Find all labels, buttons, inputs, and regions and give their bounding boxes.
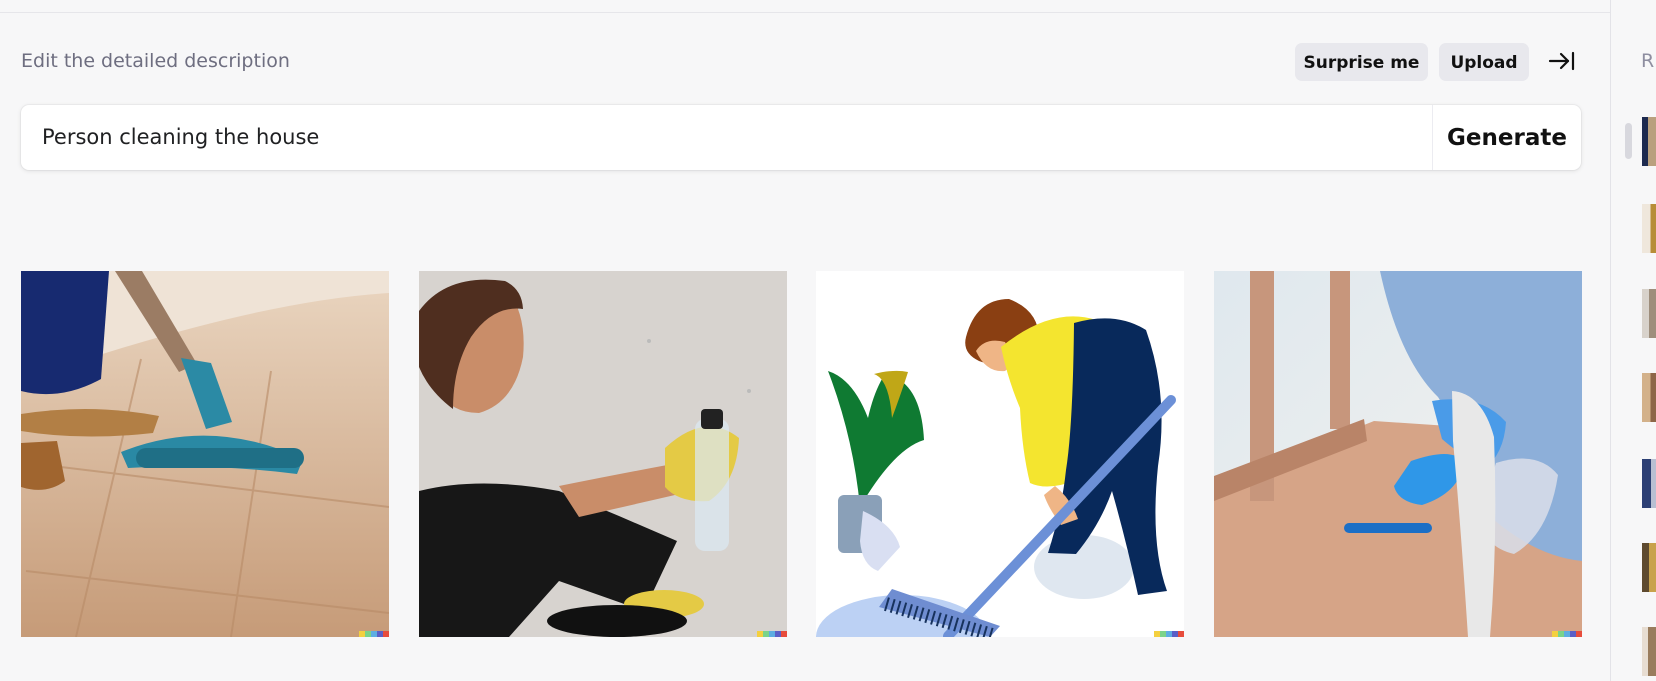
- dalle-watermark: [757, 631, 787, 637]
- prompt-input[interactable]: Person cleaning the house: [42, 123, 1422, 151]
- panel-title-truncated: R: [1641, 50, 1655, 72]
- editor-header: Edit the detailed description Surprise m…: [21, 42, 1581, 82]
- recent-thumbnail[interactable]: [1642, 373, 1656, 422]
- recent-thumbnail[interactable]: [1642, 117, 1656, 166]
- recent-generations-panel: R: [1610, 0, 1656, 681]
- upload-button[interactable]: Upload: [1439, 43, 1529, 81]
- dalle-editor-page: Edit the detailed description Surprise m…: [0, 0, 1656, 681]
- gloved-wiping-table-image: [1214, 271, 1582, 637]
- dalle-watermark: [1552, 631, 1582, 637]
- prompt-field[interactable]: Person cleaning the house Generate: [21, 105, 1581, 170]
- woman-cleaning-wall-image: [419, 271, 787, 637]
- recent-thumbnail[interactable]: [1642, 543, 1656, 592]
- dalle-watermark: [1154, 631, 1184, 637]
- surprise-me-button[interactable]: Surprise me: [1295, 43, 1428, 81]
- arrow-right-to-bar-icon: [1548, 51, 1575, 71]
- generate-button-container: Generate: [1432, 105, 1581, 170]
- generate-button[interactable]: Generate: [1433, 105, 1581, 170]
- page-heading: Edit the detailed description: [21, 50, 290, 72]
- collapse-panel-button[interactable]: [1545, 49, 1579, 73]
- result-image-3[interactable]: [816, 271, 1184, 637]
- result-image-1[interactable]: [21, 271, 389, 637]
- recent-thumbnail[interactable]: [1642, 204, 1656, 253]
- recent-thumbnail[interactable]: [1642, 627, 1656, 676]
- floor-mop-image: [21, 271, 389, 637]
- result-image-4[interactable]: [1214, 271, 1582, 637]
- dalle-watermark: [359, 631, 389, 637]
- main-workspace: Edit the detailed description Surprise m…: [0, 0, 1610, 681]
- illustrated-sweeping-image: [816, 271, 1184, 637]
- recent-thumbnail[interactable]: [1642, 289, 1656, 338]
- result-image-2[interactable]: [419, 271, 787, 637]
- recent-thumbnail[interactable]: [1642, 459, 1656, 508]
- panel-scrollbar[interactable]: [1625, 123, 1632, 159]
